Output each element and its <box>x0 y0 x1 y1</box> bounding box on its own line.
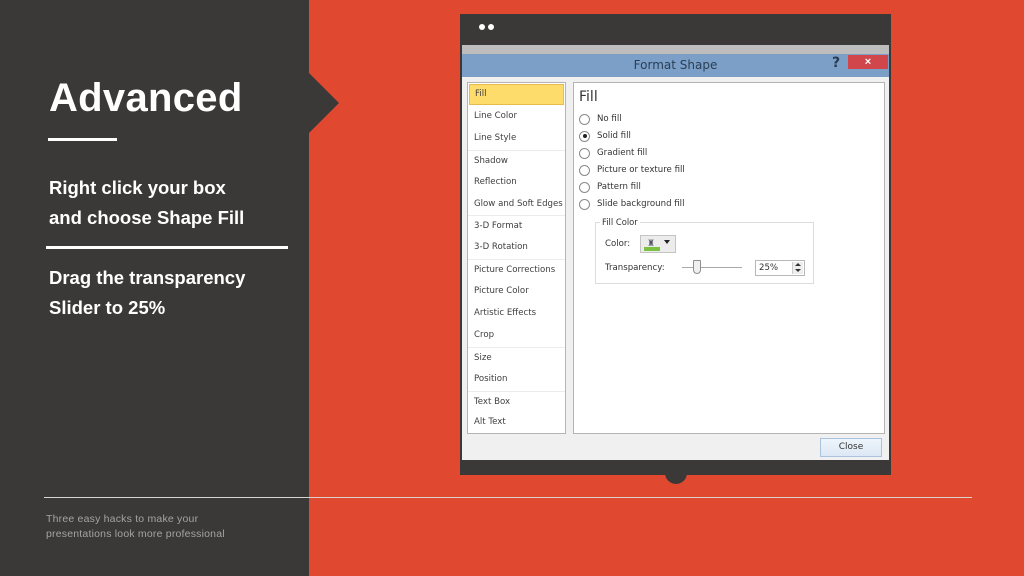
close-icon[interactable]: × <box>848 55 888 69</box>
radio-pattern-fill[interactable]: Pattern fill <box>579 180 641 194</box>
radio-solid-fill[interactable]: Solid fill <box>579 129 631 143</box>
transparency-slider[interactable] <box>682 267 742 268</box>
radio-button[interactable] <box>579 164 590 176</box>
paint-bucket-icon: ♜ <box>644 238 660 251</box>
help-icon[interactable]: ? <box>829 55 843 71</box>
transparency-slider-thumb[interactable] <box>693 260 701 274</box>
nav-item-text-box[interactable]: Text Box <box>468 390 565 413</box>
fill-color-legend: Fill Color <box>600 217 640 227</box>
dialog-title: Format Shape <box>633 58 718 72</box>
footer-line-2: presentations look more professional <box>46 528 225 540</box>
slide-title: Advanced <box>49 76 243 120</box>
step-2-line-1: Drag the transparency <box>49 267 246 288</box>
step-1-line-2: and choose Shape Fill <box>49 207 245 228</box>
format-shape-dialog: Format Shape ? × Fill Line Color Line St… <box>462 45 889 460</box>
nav-item-picture-corrections[interactable]: Picture Corrections <box>468 259 565 281</box>
nav-item-crop[interactable]: Crop <box>468 325 565 347</box>
radio-gradient-fill[interactable]: Gradient fill <box>579 146 647 160</box>
footer-line-1: Three easy hacks to make your <box>46 513 199 525</box>
radio-slide-background-fill[interactable]: Slide background fill <box>579 197 684 211</box>
dialog-titlebar: Format Shape ? × <box>462 54 889 77</box>
nav-item-reflection[interactable]: Reflection <box>468 172 565 194</box>
spin-buttons[interactable] <box>792 262 803 274</box>
nav-item-glow-soft-edges[interactable]: Glow and Soft Edges <box>468 194 565 216</box>
radio-button[interactable] <box>579 113 590 125</box>
panel-heading: Fill <box>579 89 598 105</box>
transparency-value[interactable]: 25% <box>759 263 778 273</box>
step-1-text: Right click your box and choose Shape Fi… <box>49 173 244 233</box>
step-2-text: Drag the transparency Slider to 25% <box>49 263 245 323</box>
radio-button-checked[interactable] <box>579 130 590 142</box>
transparency-spinbox[interactable]: 25% <box>755 260 805 276</box>
arrow-pointer <box>309 73 339 133</box>
device-camera-dots <box>479 24 494 30</box>
radio-button[interactable] <box>579 181 590 193</box>
nav-item-picture-color[interactable]: Picture Color <box>468 281 565 303</box>
nav-item-3d-rotation[interactable]: 3-D Rotation <box>468 237 565 259</box>
nav-item-shadow[interactable]: Shadow <box>468 149 565 172</box>
radio-button[interactable] <box>579 147 590 159</box>
radio-label: Slide background fill <box>597 199 685 209</box>
fill-panel: Fill No fill Solid fill Gradient fill Pi… <box>573 82 885 434</box>
radio-no-fill[interactable]: No fill <box>579 112 622 126</box>
current-color-bar <box>644 247 660 251</box>
device-stand-knob <box>665 462 687 484</box>
nav-item-3d-format[interactable]: 3-D Format <box>468 215 565 237</box>
nav-item-fill[interactable]: Fill <box>469 84 564 105</box>
radio-label: Solid fill <box>597 131 631 141</box>
window-top-strip <box>462 45 889 54</box>
device-frame: Format Shape ? × Fill Line Color Line St… <box>460 14 891 484</box>
spin-down-icon[interactable] <box>795 269 801 272</box>
color-picker-button[interactable]: ♜ <box>640 235 676 253</box>
radio-label: Picture or texture fill <box>597 165 685 175</box>
step-1-line-1: Right click your box <box>49 177 226 198</box>
nav-item-size[interactable]: Size <box>468 346 565 369</box>
color-label: Color: <box>605 239 631 249</box>
radio-picture-texture-fill[interactable]: Picture or texture fill <box>579 163 685 177</box>
nav-item-line-style[interactable]: Line Style <box>468 128 565 150</box>
transparency-label: Transparency: <box>605 263 665 273</box>
chevron-down-icon <box>664 240 670 244</box>
step-divider <box>46 246 288 249</box>
radio-button[interactable] <box>579 198 590 210</box>
nav-item-artistic-effects[interactable]: Artistic Effects <box>468 303 565 325</box>
footer-divider <box>44 497 972 498</box>
radio-label: No fill <box>597 114 622 124</box>
nav-item-alt-text[interactable]: Alt Text <box>468 412 565 434</box>
step-2-line-2: Slider to 25% <box>49 297 166 318</box>
radio-label: Pattern fill <box>597 182 641 192</box>
footer-caption: Three easy hacks to make your presentati… <box>46 512 266 542</box>
category-list: Fill Line Color Line Style Shadow Reflec… <box>467 82 566 434</box>
fill-color-group: Fill Color Color: ♜ Transparency: 25% <box>595 217 814 284</box>
title-underline <box>48 138 117 141</box>
radio-label: Gradient fill <box>597 148 648 158</box>
spin-up-icon[interactable] <box>795 263 801 266</box>
nav-item-line-color[interactable]: Line Color <box>468 106 565 128</box>
close-button[interactable]: Close <box>820 438 882 457</box>
nav-item-position[interactable]: Position <box>468 369 565 391</box>
